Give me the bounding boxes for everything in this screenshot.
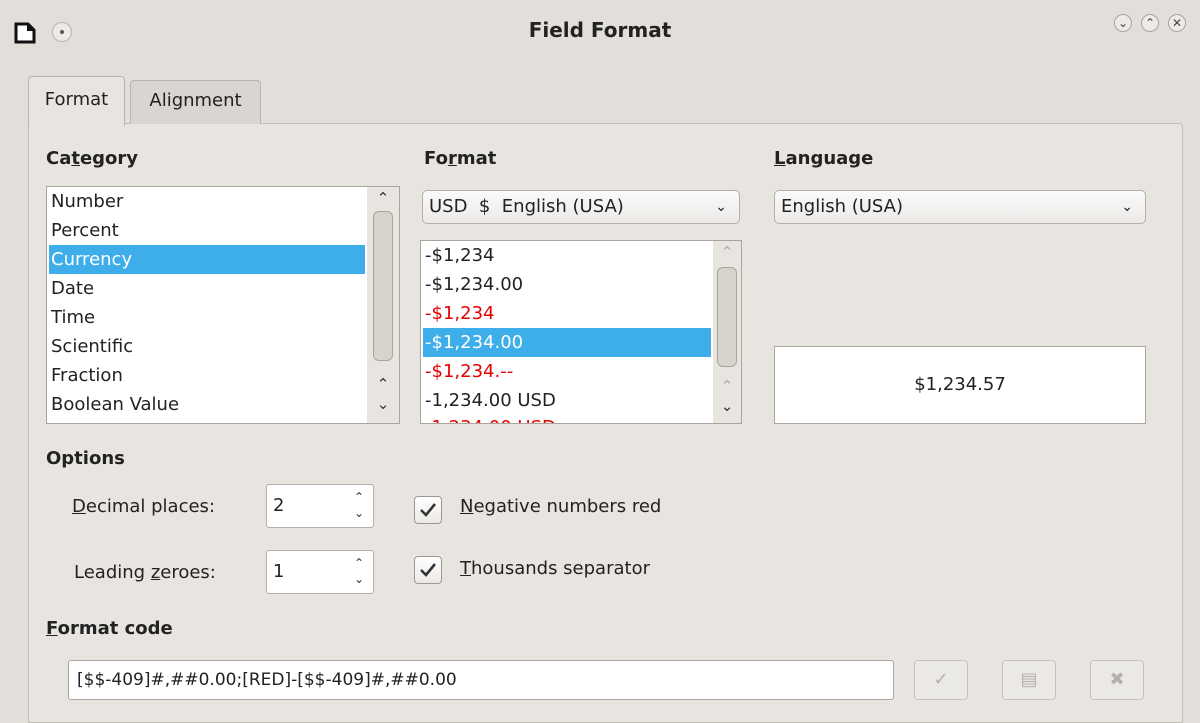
language-label: Language bbox=[774, 148, 874, 169]
scroll-up-icon[interactable]: ⌃ bbox=[373, 189, 393, 207]
format-item[interactable]: -$1,234 bbox=[423, 299, 711, 328]
spin-arrows-icon[interactable]: ⌃ ⌄ bbox=[351, 555, 367, 587]
checkmark-icon: ✓ bbox=[933, 669, 949, 690]
scroll-down-icon[interactable]: ⌄ bbox=[373, 395, 393, 413]
format-item[interactable]: -1,234.00 USD bbox=[423, 413, 711, 423]
close-icon: ✕ bbox=[1171, 16, 1183, 30]
category-item-currency[interactable]: Currency bbox=[49, 245, 365, 274]
maximize-button[interactable]: ⌃ bbox=[1141, 14, 1159, 32]
scroll-thumb[interactable] bbox=[373, 211, 393, 361]
delete-button[interactable]: ✖ bbox=[1090, 660, 1144, 700]
chevron-up-icon: ⌃ bbox=[1144, 16, 1156, 30]
spin-arrows-icon[interactable]: ⌃ ⌄ bbox=[351, 489, 367, 521]
chevron-down-icon: ⌄ bbox=[1121, 199, 1133, 215]
thousands-separator-label[interactable]: Thousands separator bbox=[460, 558, 650, 579]
negative-red-checkbox[interactable] bbox=[414, 496, 442, 524]
comment-icon: ▤ bbox=[1020, 669, 1038, 690]
decimal-places-value: 2 bbox=[273, 495, 285, 516]
language-dropdown-value: English (USA) bbox=[781, 196, 904, 217]
checkmark-icon bbox=[420, 503, 437, 517]
leading-zeroes-spinner[interactable]: 1 ⌃ ⌄ bbox=[266, 550, 374, 594]
format-item-selected[interactable]: -$1,234.00 bbox=[423, 328, 711, 357]
category-list[interactable]: Number Percent Currency Date Time Scient… bbox=[46, 186, 400, 424]
format-code-label: Format code bbox=[46, 618, 173, 639]
window-title: Field Format bbox=[528, 18, 672, 42]
category-item-time[interactable]: Time bbox=[49, 303, 397, 332]
format-item[interactable]: -1,234.00 USD bbox=[423, 386, 711, 415]
format-preview: $1,234.57 bbox=[774, 346, 1146, 424]
decimal-places-spinner[interactable]: 2 ⌃ ⌄ bbox=[266, 484, 374, 528]
currency-dropdown[interactable]: USD $ English (USA) ⌄ bbox=[422, 190, 740, 224]
category-scrollbar[interactable]: ⌃ ⌃ ⌄ bbox=[367, 187, 399, 423]
decimal-places-label: Decimal places: bbox=[72, 496, 216, 517]
format-code-input[interactable]: [$$-409]#,##0.00;[RED]-[$$-409]#,##0.00 bbox=[68, 660, 894, 700]
add-comment-button[interactable]: ▤ bbox=[1002, 660, 1056, 700]
negative-red-label[interactable]: Negative numbers red bbox=[460, 496, 661, 517]
checkmark-icon bbox=[420, 563, 437, 577]
leading-zeroes-label: Leading zeroes: bbox=[74, 562, 216, 583]
format-scrollbar[interactable]: ⌃ ⌃ ⌄ bbox=[713, 241, 741, 423]
delete-icon: ✖ bbox=[1109, 669, 1125, 690]
category-item-fraction[interactable]: Fraction bbox=[49, 361, 397, 390]
language-dropdown[interactable]: English (USA) ⌄ bbox=[774, 190, 1146, 224]
category-item-scientific[interactable]: Scientific bbox=[49, 332, 397, 361]
apply-button[interactable]: ✓ bbox=[914, 660, 968, 700]
leading-zeroes-value: 1 bbox=[273, 561, 285, 582]
options-label: Options bbox=[46, 448, 125, 469]
format-item[interactable]: -$1,234.-- bbox=[423, 357, 711, 386]
format-item[interactable]: -$1,234 bbox=[423, 241, 711, 270]
currency-dropdown-value: USD $ English (USA) bbox=[429, 196, 624, 217]
format-list[interactable]: -$1,234 -$1,234.00 -$1,234 -$1,234.00 -$… bbox=[420, 240, 742, 424]
format-item[interactable]: -$1,234.00 bbox=[423, 270, 711, 299]
category-item-percent[interactable]: Percent bbox=[49, 216, 397, 245]
scroll-up-icon[interactable]: ⌃ bbox=[373, 375, 393, 393]
scroll-down-icon[interactable]: ⌄ bbox=[717, 397, 737, 415]
scroll-up-icon[interactable]: ⌃ bbox=[717, 243, 737, 261]
category-item-number[interactable]: Number bbox=[49, 187, 397, 216]
chevron-down-icon: ⌄ bbox=[715, 199, 727, 215]
category-item-boolean[interactable]: Boolean Value bbox=[49, 390, 397, 419]
scroll-up-icon[interactable]: ⌃ bbox=[717, 377, 737, 395]
tab-alignment-label: Alignment bbox=[149, 90, 242, 111]
minimize-button[interactable]: ⌄ bbox=[1114, 14, 1132, 32]
format-label: Format bbox=[424, 148, 497, 169]
category-item-date[interactable]: Date bbox=[49, 274, 397, 303]
tab-format-label: Format bbox=[44, 89, 109, 110]
tab-alignment[interactable]: Alignment bbox=[130, 80, 261, 124]
chevron-down-icon: ⌄ bbox=[1117, 16, 1129, 30]
close-button[interactable]: ✕ bbox=[1168, 14, 1186, 32]
scroll-thumb[interactable] bbox=[717, 267, 737, 367]
tab-format[interactable]: Format bbox=[28, 76, 125, 126]
thousands-separator-checkbox[interactable] bbox=[414, 556, 442, 584]
category-label: Category bbox=[46, 148, 139, 169]
